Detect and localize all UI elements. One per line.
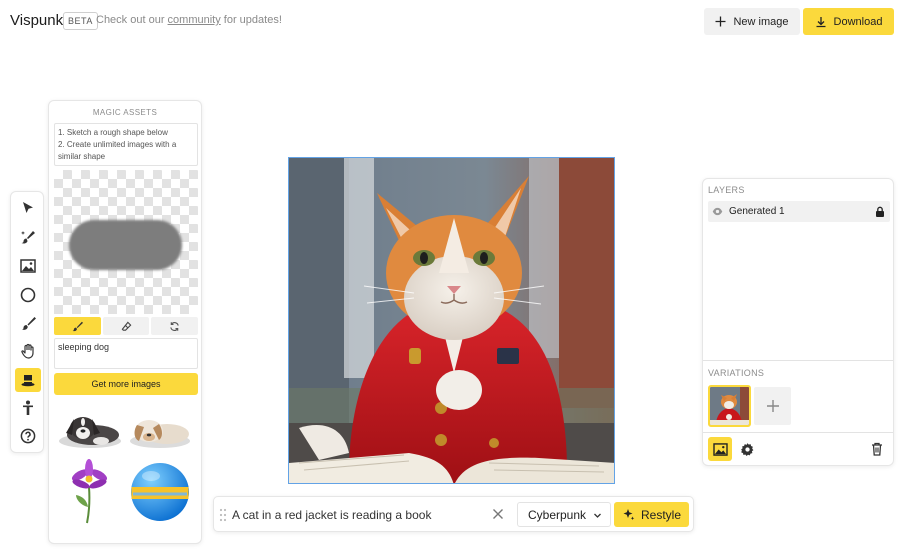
instruction-line: 2. Create unlimited images with a simila… (58, 140, 177, 161)
plus-icon (766, 400, 779, 412)
generated-image[interactable] (288, 157, 615, 484)
restyle-button[interactable]: Restyle (614, 502, 689, 527)
clear-icon[interactable] (490, 506, 506, 522)
asset-prompt-input[interactable]: sleeping dog (54, 338, 198, 369)
sketch-canvas[interactable] (54, 170, 198, 314)
paintbrush-icon (72, 321, 83, 331)
eye-icon[interactable] (712, 206, 723, 217)
image-tool[interactable] (15, 254, 41, 278)
tagline-text-before: Check out our (96, 14, 168, 26)
sketch-shape (69, 220, 182, 270)
variation-thumbnail[interactable] (708, 385, 751, 427)
prompt-bar: A cat in a red jacket is reading a book … (213, 496, 694, 532)
layer-item[interactable]: Generated 1 (708, 201, 890, 222)
style-select[interactable]: Cyberpunk (517, 502, 611, 527)
tagline-text-after: for updates! (220, 14, 282, 26)
brush-sparkle-icon (21, 231, 35, 244)
delete-button[interactable] (865, 437, 889, 461)
instruction-line: 1. Sketch a rough shape below (58, 128, 168, 137)
divider (703, 432, 893, 433)
hand-icon (20, 343, 34, 359)
help-tool[interactable] (15, 424, 41, 448)
top-bar: Vispunk BETA Check out our community for… (0, 0, 900, 42)
image-view-button[interactable] (708, 437, 732, 461)
asset-thumbnail[interactable] (129, 461, 191, 523)
sketch-reset-button[interactable] (151, 317, 199, 335)
pose-tool[interactable] (15, 396, 41, 420)
asset-thumbnail[interactable] (65, 457, 115, 525)
layers-panel: LAYERS Generated 1 VARIATIONS (702, 178, 894, 466)
magic-hat-icon (21, 375, 35, 387)
restyle-label: Restyle (640, 507, 681, 522)
refresh-icon (170, 321, 179, 331)
community-link[interactable]: community (168, 14, 221, 26)
sketch-eraser-button[interactable] (102, 317, 150, 335)
asset-thumbnail[interactable] (127, 409, 193, 449)
beta-badge: BETA (63, 12, 98, 30)
lock-icon[interactable] (875, 206, 885, 217)
tagline: Check out our community for updates! (96, 14, 282, 26)
sketch-brush-button[interactable] (54, 317, 101, 335)
get-more-images-button[interactable]: Get more images (54, 373, 198, 395)
trash-icon (872, 442, 882, 456)
brush-tool[interactable] (15, 311, 41, 335)
settings-button[interactable] (735, 437, 759, 461)
eraser-icon (121, 321, 131, 331)
person-icon (23, 400, 33, 415)
brush-sparkle-tool[interactable] (15, 225, 41, 249)
plus-icon (715, 16, 726, 27)
new-image-button[interactable]: New image (704, 8, 800, 35)
layers-label: LAYERS (708, 185, 745, 195)
shape-tool[interactable] (15, 283, 41, 307)
download-icon (816, 16, 826, 27)
drag-handle-icon[interactable] (219, 507, 227, 523)
magic-assets-title: MAGIC ASSETS (92, 108, 158, 117)
circle-icon (20, 287, 36, 303)
gear-icon (740, 442, 753, 456)
new-image-label: New image (733, 15, 789, 28)
instructions: 1. Sketch a rough shape below 2. Create … (54, 123, 198, 166)
pointer-icon (23, 202, 33, 213)
chevron-down-icon (594, 513, 601, 518)
help-icon (20, 428, 36, 444)
prompt-input[interactable]: A cat in a red jacket is reading a book (232, 508, 431, 522)
select-tool[interactable] (15, 196, 41, 220)
divider (703, 360, 893, 361)
add-variation-button[interactable] (754, 387, 791, 425)
asset-thumbnail[interactable] (57, 409, 123, 449)
variation-thumbnail-illustration (710, 387, 749, 425)
download-button[interactable]: Download (803, 8, 894, 35)
image-icon (20, 259, 36, 273)
tool-rail (10, 191, 44, 453)
magic-assets-panel: MAGIC ASSETS 1. Sketch a rough shape bel… (48, 100, 202, 544)
style-select-value: Cyberpunk (528, 507, 587, 522)
sketch-toolbar (54, 317, 199, 335)
image-icon (712, 442, 728, 456)
variations-label: VARIATIONS (708, 368, 765, 378)
generated-image-illustration (289, 158, 614, 483)
app-title: Vispunk (10, 12, 64, 29)
layer-name: Generated 1 (729, 206, 785, 217)
magic-assets-tool[interactable] (15, 368, 41, 392)
download-label: Download (833, 15, 883, 28)
paintbrush-icon (21, 316, 36, 330)
hand-tool[interactable] (15, 339, 41, 363)
sparkle-icon (623, 509, 635, 521)
